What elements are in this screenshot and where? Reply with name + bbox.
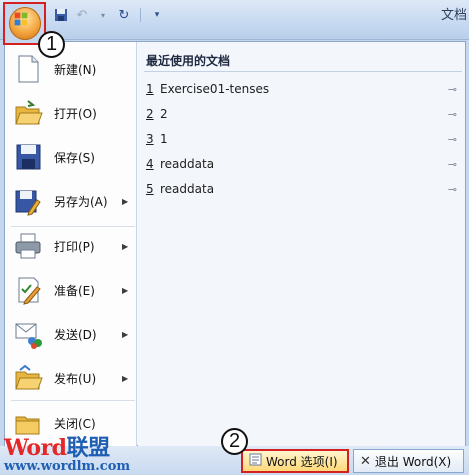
printer-icon <box>13 231 43 261</box>
recent-document-number: 3 <box>146 132 154 146</box>
menu-item-label: 准备(E) <box>54 283 95 298</box>
submenu-arrow-icon: ▶ <box>122 285 129 295</box>
menu-item-print[interactable]: 打印(P) ▶ <box>5 224 137 268</box>
watermark-url: www.wordlm.com <box>4 459 131 474</box>
recent-document-name: readdata <box>160 182 215 196</box>
menu-item-save[interactable]: 保存(S) <box>5 135 137 179</box>
new-document-icon <box>13 54 43 84</box>
send-icon <box>13 319 43 349</box>
step-badge-2: 2 <box>221 428 248 455</box>
submenu-arrow-icon: ▶ <box>122 329 129 339</box>
office-orb <box>9 7 41 40</box>
pin-icon[interactable]: ⊸ <box>448 158 457 171</box>
submenu-arrow-icon: ▶ <box>122 196 129 206</box>
recent-document-item[interactable]: 3 1 ⊸ <box>146 128 461 150</box>
undo-dropdown-icon[interactable]: ▾ <box>94 7 112 23</box>
exit-word-label: 退出 Word(X) <box>374 454 452 469</box>
menu-item-label: 发布(U) <box>54 371 97 386</box>
submenu-arrow-icon: ▶ <box>122 241 129 251</box>
word-options-label: Word 选项(I) <box>266 454 338 469</box>
submenu-arrow-icon: ▶ <box>122 373 129 383</box>
pin-icon[interactable]: ⊸ <box>448 108 457 121</box>
menu-item-label: 打开(O) <box>54 106 97 121</box>
recent-documents-panel: 最近使用的文档 1 Exercise01-tenses ⊸ 2 2 ⊸ 3 1 … <box>138 42 465 447</box>
recent-document-name: 1 <box>160 132 168 146</box>
menu-command-list: 新建(N) 打开(O) 保存(S) 另存为(A) ▶ 打印(P) ▶ 准备(E)… <box>5 42 137 447</box>
menu-item-label: 另存为(A) <box>54 194 108 209</box>
menu-item-send[interactable]: 发送(D) ▶ <box>5 312 137 356</box>
menu-item-save-as[interactable]: 另存为(A) ▶ <box>5 179 137 223</box>
recent-title-divider <box>144 71 462 72</box>
open-folder-icon <box>13 98 43 128</box>
watermark-brand: Word联盟 <box>4 435 110 461</box>
menu-item-label: 关闭(C) <box>54 416 96 431</box>
save-disk-icon <box>13 142 43 172</box>
quick-access-toolbar: ↶ ▾ ↻ ▾ <box>52 6 166 24</box>
recent-document-item[interactable]: 2 2 ⊸ <box>146 103 461 125</box>
menu-item-label: 发送(D) <box>54 327 97 342</box>
menu-item-label: 保存(S) <box>54 150 95 165</box>
menu-item-prepare[interactable]: 准备(E) ▶ <box>5 268 137 312</box>
menu-item-open[interactable]: 打开(O) <box>5 91 137 135</box>
window-title: 文档 <box>440 8 467 23</box>
save-as-icon <box>13 186 43 216</box>
recent-document-number: 1 <box>146 82 154 96</box>
pin-icon[interactable]: ⊸ <box>448 133 457 146</box>
office-menu: 新建(N) 打开(O) 保存(S) 另存为(A) ▶ 打印(P) ▶ 准备(E)… <box>4 41 466 447</box>
recent-document-number: 2 <box>146 107 154 121</box>
word-options-button[interactable]: Word 选项(I) <box>241 449 349 473</box>
save-icon[interactable] <box>52 7 70 23</box>
recent-document-name: 2 <box>160 107 168 121</box>
publish-icon <box>13 363 43 393</box>
recent-document-name: readdata <box>160 157 215 171</box>
redo-icon[interactable]: ↻ <box>115 7 133 23</box>
step-badge-1: 1 <box>38 31 65 58</box>
qat-separator <box>140 8 141 22</box>
close-x-icon: ✕ <box>360 453 371 469</box>
exit-word-button[interactable]: ✕ 退出 Word(X) <box>353 449 464 473</box>
watermark-logo: Word联盟 www.wordlm.com <box>4 430 130 474</box>
recent-document-name: Exercise01-tenses <box>160 82 270 96</box>
menu-item-label: 新建(N) <box>54 62 97 77</box>
pin-icon[interactable]: ⊸ <box>448 83 457 96</box>
recent-document-number: 5 <box>146 182 154 196</box>
prepare-icon <box>13 275 43 305</box>
undo-icon[interactable]: ↶ <box>73 7 91 23</box>
title-bar: ↶ ▾ ↻ ▾ 文档 <box>0 0 469 40</box>
recent-documents-title: 最近使用的文档 <box>146 54 231 68</box>
recent-document-item[interactable]: 1 Exercise01-tenses ⊸ <box>146 78 461 100</box>
customize-qat-icon[interactable]: ▾ <box>148 7 166 23</box>
recent-document-item[interactable]: 4 readdata ⊸ <box>146 153 461 175</box>
office-logo-icon <box>14 12 28 26</box>
menu-item-label: 打印(P) <box>54 239 95 254</box>
menu-item-new[interactable]: 新建(N) <box>5 47 137 91</box>
pin-icon[interactable]: ⊸ <box>448 183 457 196</box>
recent-document-number: 4 <box>146 157 154 171</box>
options-icon <box>249 453 262 469</box>
menu-item-publish[interactable]: 发布(U) ▶ <box>5 356 137 400</box>
recent-document-item[interactable]: 5 readdata ⊸ <box>146 178 461 200</box>
